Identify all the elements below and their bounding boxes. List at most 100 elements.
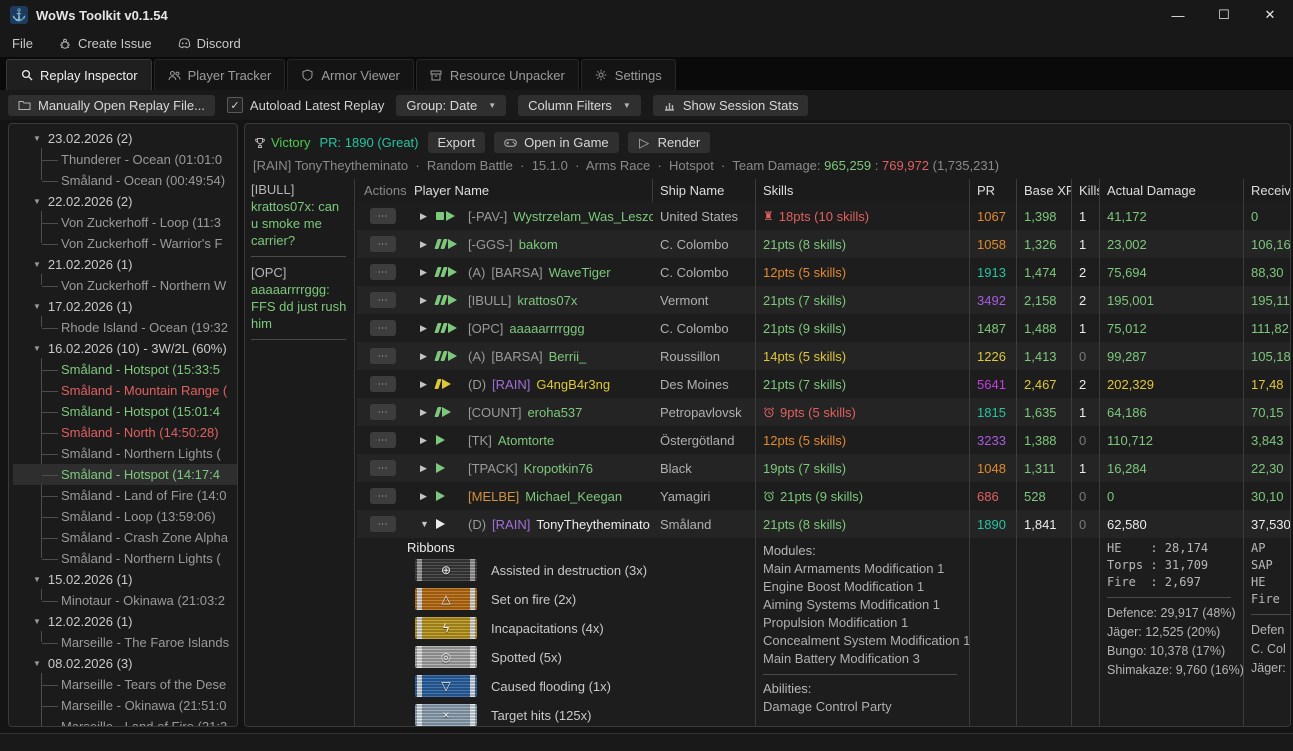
player-row[interactable]: ⋯▶[OPC]aaaaarrrrgggC. Colombo21pts (9 sk…	[357, 314, 1290, 342]
row-actions-button[interactable]: ⋯	[370, 264, 396, 280]
expand-icon[interactable]: ▶	[420, 379, 430, 390]
tree-date[interactable]: ▼22.02.2026 (2)	[13, 191, 237, 212]
player-row[interactable]: ⋯▶[TPACK]Kropotkin76Black19pts (7 skills…	[357, 454, 1290, 482]
minimize-button[interactable]: —	[1155, 0, 1201, 30]
tree-replay-item[interactable]: Marseille - The Faroe Islands	[13, 632, 237, 653]
column-header-player-name[interactable]: Player Name	[407, 179, 653, 202]
expand-icon[interactable]: ▶	[420, 351, 430, 362]
column-header-actual-damage[interactable]: Actual Damage	[1100, 179, 1244, 202]
tab-armor-viewer[interactable]: Armor Viewer	[287, 59, 414, 90]
tree-date[interactable]: ▼08.02.2026 (3)	[13, 653, 237, 674]
player-name: eroha537	[527, 405, 582, 420]
session-stats-button[interactable]: Show Session Stats	[653, 95, 809, 116]
row-actions-button[interactable]: ⋯	[370, 376, 396, 392]
tree-replay-item[interactable]: Marseille - Tears of the Dese	[13, 674, 237, 695]
tree-replay-item[interactable]: Von Zuckerhoff - Northern W	[13, 275, 237, 296]
tab-replay-inspector[interactable]: Replay Inspector	[6, 59, 152, 90]
player-row[interactable]: ⋯▶[COUNT]eroha537Petropavlovsk9pts (5 sk…	[357, 398, 1290, 426]
tower-icon: ♜	[763, 209, 774, 223]
tree-date[interactable]: ▼15.02.2026 (1)	[13, 569, 237, 590]
column-header-actions[interactable]: Actions	[357, 179, 407, 202]
tree-replay-item[interactable]: Småland - Land of Fire (14:0	[13, 485, 237, 506]
tree-replay-item[interactable]: Småland - Loop (13:59:06)	[13, 506, 237, 527]
player-row[interactable]: ⋯▶(A)[BARSA]Berrii_Roussillon14pts (5 sk…	[357, 342, 1290, 370]
tree-replay-item[interactable]: Thunderer - Ocean (01:01:0	[13, 149, 237, 170]
tree-replay-item[interactable]: Småland - Crash Zone Alpha	[13, 527, 237, 548]
tree-replay-item[interactable]: Minotaur - Okinawa (21:03:2	[13, 590, 237, 611]
column-header-base-xp[interactable]: Base XP	[1017, 179, 1072, 202]
row-actions-button[interactable]: ⋯	[370, 348, 396, 364]
tab-resource-unpacker[interactable]: Resource Unpacker	[416, 59, 579, 90]
tree-replay-item[interactable]: Småland - Hotspot (15:01:4	[13, 401, 237, 422]
kills-value: 2	[1072, 370, 1100, 398]
tree-replay-item[interactable]: Rhode Island - Ocean (19:32	[13, 317, 237, 338]
row-actions-button[interactable]: ⋯	[370, 516, 396, 532]
tree-replay-item[interactable]: Småland - Ocean (00:49:54)	[13, 170, 237, 191]
row-actions-button[interactable]: ⋯	[370, 292, 396, 308]
column-header-skills[interactable]: Skills	[756, 179, 970, 202]
row-actions-button[interactable]: ⋯	[370, 460, 396, 476]
export-button[interactable]: Export	[428, 132, 486, 153]
kills-value: 2	[1072, 286, 1100, 314]
tree-date[interactable]: ▼16.02.2026 (10) - 3W/2L (60%)	[13, 338, 237, 359]
tree-replay-item[interactable]: Von Zuckerhoff - Loop (11:3	[13, 212, 237, 233]
tree-replay-item[interactable]: Småland - Hotspot (15:33:5	[13, 359, 237, 380]
maximize-button[interactable]: ☐	[1201, 0, 1247, 30]
expand-icon[interactable]: ▶	[420, 267, 430, 278]
menu-create-issue[interactable]: Create Issue	[59, 36, 152, 51]
tree-date[interactable]: ▼12.02.2026 (1)	[13, 611, 237, 632]
expand-icon[interactable]: ▶	[420, 435, 430, 446]
expand-icon[interactable]: ▶	[420, 491, 430, 502]
row-actions-button[interactable]: ⋯	[370, 404, 396, 420]
tree-replay-item[interactable]: Marseille - Land of Fire (21:3	[13, 716, 237, 727]
row-actions-button[interactable]: ⋯	[370, 208, 396, 224]
render-button[interactable]: ▷ Render	[628, 132, 711, 153]
tab-settings[interactable]: Settings	[581, 59, 676, 90]
open-in-game-button[interactable]: Open in Game	[494, 132, 619, 153]
tab-player-tracker[interactable]: Player Tracker	[154, 59, 286, 90]
column-header-pr[interactable]: PR	[970, 179, 1017, 202]
expand-icon[interactable]: ▶	[420, 239, 430, 250]
tree-replay-item[interactable]: Småland - North (14:50:28)	[13, 422, 237, 443]
expand-icon[interactable]: ▶	[420, 295, 430, 306]
expand-icon[interactable]: ▶	[420, 407, 430, 418]
open-replay-button[interactable]: Manually Open Replay File...	[8, 95, 215, 116]
ship-class-dd-icon	[436, 491, 462, 501]
battle-type: Arms Race	[586, 158, 650, 173]
player-row[interactable]: ⋯▶(D)[RAIN]G4ngB4r3ngDes Moines21pts (7 …	[357, 370, 1290, 398]
player-row[interactable]: ⋯▼(D)[RAIN]TonyTheytheminatoSmåland21pts…	[357, 510, 1290, 538]
column-header-ship-name[interactable]: Ship Name	[653, 179, 756, 202]
tree-replay-item[interactable]: Von Zuckerhoff - Warrior's F	[13, 233, 237, 254]
column-filters-dropdown[interactable]: Column Filters▼	[518, 95, 641, 116]
menu-file[interactable]: File	[12, 36, 33, 51]
collapse-icon[interactable]: ▼	[420, 519, 430, 529]
row-actions-button[interactable]: ⋯	[370, 236, 396, 252]
row-actions-button[interactable]: ⋯	[370, 320, 396, 336]
column-header-kills[interactable]: Kills	[1072, 179, 1100, 202]
close-button[interactable]: ✕	[1247, 0, 1293, 30]
tree-replay-item[interactable]: Småland - Mountain Range (	[13, 380, 237, 401]
tree-replay-item[interactable]: Marseille - Okinawa (21:51:0	[13, 695, 237, 716]
tree-replay-item[interactable]: Småland - Hotspot (14:17:4	[13, 464, 237, 485]
player-row[interactable]: ⋯▶[MELBE]Michael_KeeganYamagiri21pts (9 …	[357, 482, 1290, 510]
module-item: Concealment System Modification 1	[763, 632, 969, 650]
player-row[interactable]: ⋯▶[TK]AtomtorteÖstergötland12pts (5 skil…	[357, 426, 1290, 454]
autoload-checkbox[interactable]: ✓ Autoload Latest Replay	[227, 97, 384, 113]
column-header-received[interactable]: Received	[1244, 179, 1290, 202]
player-row[interactable]: ⋯▶[IBULL]krattos07xVermont21pts (7 skill…	[357, 286, 1290, 314]
player-row[interactable]: ⋯▶(A)[BARSA]WaveTigerC. Colombo12pts (5 …	[357, 258, 1290, 286]
row-actions-button[interactable]: ⋯	[370, 432, 396, 448]
tree-date[interactable]: ▼23.02.2026 (2)	[13, 128, 237, 149]
group-dropdown[interactable]: Group: Date▼	[396, 95, 506, 116]
expand-icon[interactable]: ▶	[420, 463, 430, 474]
expand-icon[interactable]: ▶	[420, 323, 430, 334]
tree-replay-item[interactable]: Småland - Northern Lights (	[13, 548, 237, 569]
tree-date[interactable]: ▼17.02.2026 (1)	[13, 296, 237, 317]
menu-discord[interactable]: Discord	[178, 36, 241, 51]
expand-icon[interactable]: ▶	[420, 211, 430, 222]
tree-replay-item[interactable]: Småland - Northern Lights (	[13, 443, 237, 464]
player-row[interactable]: ⋯▶[-PAV-]Wystrzelam_Was_LeszczeUnited St…	[357, 202, 1290, 230]
player-row[interactable]: ⋯▶[-GGS-]bakomC. Colombo21pts (8 skills)…	[357, 230, 1290, 258]
row-actions-button[interactable]: ⋯	[370, 488, 396, 504]
tree-date[interactable]: ▼21.02.2026 (1)	[13, 254, 237, 275]
